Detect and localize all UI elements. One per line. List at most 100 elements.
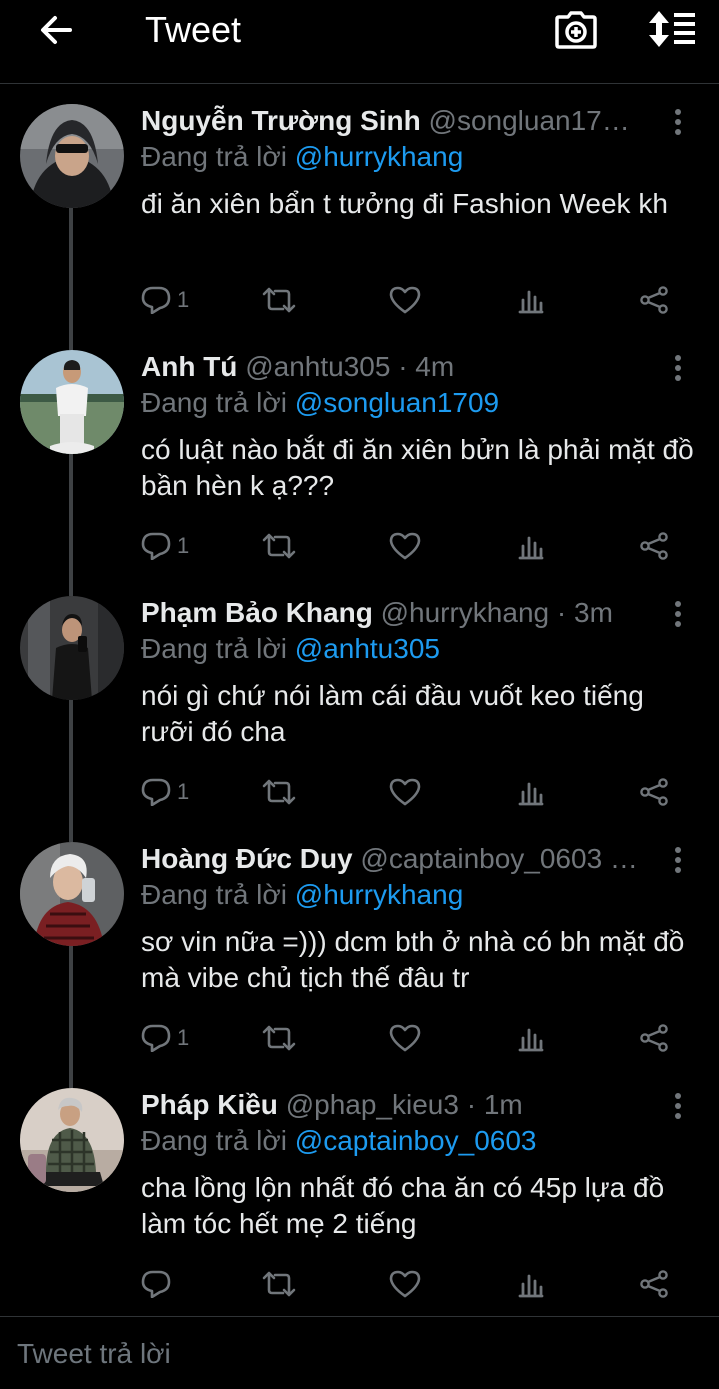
display-name[interactable]: Nguyễn Trường Sinh — [141, 105, 421, 136]
tweet-item[interactable]: Anh Tú @anhtu305 · 4m Đang trả lời @songl… — [0, 332, 719, 596]
mention-link[interactable]: @captainboy_0603 — [295, 1125, 537, 1156]
back-button[interactable] — [34, 8, 78, 52]
display-name[interactable]: Hoàng Đức Duy — [141, 843, 353, 874]
share-icon — [640, 1270, 668, 1298]
mention-link[interactable]: @anhtu305 — [295, 633, 440, 664]
tweet-item[interactable]: Pháp Kiều @phap_kieu3 · 1m Đang trả lời @… — [0, 1070, 719, 1316]
replying-to: Đang trả lời @captainboy_0603 — [141, 1122, 536, 1160]
thread-line — [69, 208, 73, 350]
retweet-button[interactable] — [261, 1018, 303, 1058]
tweet-text: sơ vin nữa =))) dcm bth ở nhà có bh mặt … — [141, 926, 685, 993]
more-options-button[interactable] — [662, 104, 694, 140]
reply-button[interactable]: 1 — [141, 526, 189, 566]
share-button[interactable] — [639, 1264, 669, 1304]
username[interactable]: @songluan17… — [429, 105, 630, 136]
tweet-item[interactable]: Hoàng Đức Duy @captainboy_0603 … Đang tr… — [0, 824, 719, 1088]
share-button[interactable] — [639, 772, 669, 812]
analytics-button[interactable] — [517, 772, 545, 812]
analytics-button[interactable] — [517, 526, 545, 566]
timestamp: · 1m — [466, 1089, 523, 1120]
camera-button[interactable] — [552, 8, 600, 52]
reply-icon — [141, 286, 171, 314]
display-name[interactable]: Pháp Kiều — [141, 1089, 278, 1120]
display-name[interactable]: Anh Tú — [141, 351, 237, 382]
retweet-icon — [262, 779, 296, 805]
like-button[interactable] — [389, 526, 427, 566]
tweet-actions: 1 — [141, 772, 686, 812]
reply-input[interactable] — [0, 1317, 719, 1389]
page-title: Tweet — [145, 9, 242, 50]
more-options-button[interactable] — [662, 596, 694, 632]
avatar[interactable] — [20, 104, 124, 208]
like-button[interactable] — [389, 1018, 427, 1058]
username[interactable]: @anhtu305 — [245, 351, 390, 382]
reply-button[interactable]: 1 — [141, 772, 189, 812]
analytics-icon — [518, 290, 544, 314]
tweet-item[interactable]: Phạm Bảo Khang @hurrykhang · 3m Đang trả … — [0, 578, 719, 842]
mention-link[interactable]: @songluan1709 — [295, 387, 499, 418]
heart-icon — [389, 778, 421, 806]
mention-link[interactable]: @hurrykhang — [295, 141, 464, 172]
author-line: Nguyễn Trường Sinh @songluan17… — [141, 102, 651, 140]
like-button[interactable] — [389, 280, 427, 320]
arrow-left-icon — [41, 16, 72, 44]
replying-to: Đang trả lời @hurrykhang — [141, 138, 463, 176]
reply-button[interactable]: 1 — [141, 280, 189, 320]
retweet-button[interactable] — [261, 1264, 303, 1304]
tweet-actions: 1 — [141, 1018, 686, 1058]
reply-icon — [141, 1024, 171, 1052]
share-icon — [640, 778, 668, 806]
author-line: Anh Tú @anhtu305 · 4m — [141, 348, 651, 386]
reply-count: 1 — [177, 287, 190, 312]
more-vertical-icon — [675, 847, 681, 873]
username[interactable]: @captainboy_0603 … — [360, 843, 638, 874]
avatar[interactable] — [20, 842, 124, 946]
share-button[interactable] — [639, 280, 669, 320]
analytics-icon — [518, 782, 544, 806]
heart-icon — [389, 286, 421, 314]
sort-icon — [649, 11, 695, 47]
analytics-button[interactable] — [517, 1264, 545, 1304]
like-button[interactable] — [389, 772, 427, 812]
analytics-button[interactable] — [517, 280, 545, 320]
username[interactable]: @phap_kieu3 — [286, 1089, 459, 1120]
more-options-button[interactable] — [662, 1088, 694, 1124]
more-options-button[interactable] — [662, 350, 694, 386]
more-vertical-icon — [675, 1093, 681, 1119]
analytics-button[interactable] — [517, 1018, 545, 1058]
tweet-actions: 1 — [141, 526, 686, 566]
retweet-button[interactable] — [261, 772, 303, 812]
reply-count: 1 — [177, 533, 190, 558]
replying-to-label: Đang trả lời — [141, 141, 287, 172]
share-button[interactable] — [639, 526, 669, 566]
replying-to: Đang trả lời @songluan1709 — [141, 384, 499, 422]
thread-line — [69, 700, 73, 842]
avatar[interactable] — [20, 350, 124, 454]
avatar[interactable] — [20, 1088, 124, 1192]
like-button[interactable] — [389, 1264, 427, 1304]
more-options-button[interactable] — [662, 842, 694, 878]
replying-to-label: Đang trả lời — [141, 387, 287, 418]
retweet-icon — [262, 287, 296, 313]
display-name[interactable]: Phạm Bảo Khang — [141, 597, 373, 628]
thread-line — [69, 946, 73, 1088]
thread-line — [69, 454, 73, 596]
reply-button[interactable]: 1 — [141, 1018, 189, 1058]
more-vertical-icon — [675, 601, 681, 627]
more-vertical-icon — [675, 355, 681, 381]
timestamp: · 4m — [398, 351, 455, 382]
tweet-item[interactable]: Nguyễn Trường Sinh @songluan17… Đang trả… — [0, 86, 719, 350]
replying-to-label: Đang trả lời — [141, 879, 287, 910]
heart-icon — [389, 532, 421, 560]
username[interactable]: @hurrykhang — [381, 597, 550, 628]
retweet-icon — [262, 533, 296, 559]
avatar[interactable] — [20, 596, 124, 700]
reply-count: 1 — [177, 779, 190, 804]
share-button[interactable] — [639, 1018, 669, 1058]
retweet-button[interactable] — [261, 526, 303, 566]
reply-button[interactable] — [141, 1264, 177, 1304]
sort-button[interactable] — [644, 6, 700, 52]
retweet-button[interactable] — [261, 280, 303, 320]
mention-link[interactable]: @hurrykhang — [295, 879, 464, 910]
reply-icon — [141, 532, 171, 560]
